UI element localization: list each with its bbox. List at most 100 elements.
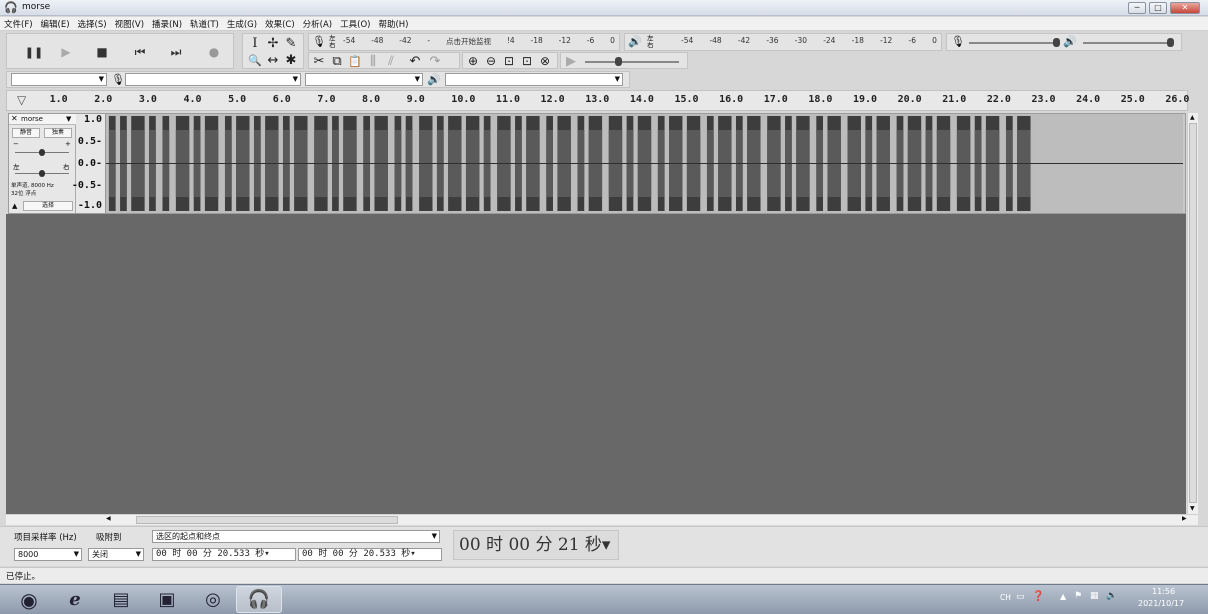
fit-selection-icon[interactable]: ⊡ xyxy=(501,53,517,69)
slider-thumb[interactable] xyxy=(1053,38,1060,47)
stop-button[interactable]: ■ xyxy=(89,42,115,62)
keyboard-icon[interactable]: ▭ xyxy=(1016,592,1025,602)
amplitude-label: 1.0 xyxy=(83,114,102,125)
zoom-in-icon[interactable]: ⊕ xyxy=(465,53,481,69)
record-volume-slider[interactable] xyxy=(969,42,1055,44)
scroll-up-icon[interactable]: ▲ xyxy=(1190,114,1195,121)
selection-mode-select[interactable]: 选区的起点和终点 ▼ xyxy=(152,530,440,543)
menu-view[interactable]: 视图(V) xyxy=(111,17,148,30)
draw-tool[interactable]: ✎ xyxy=(283,35,299,51)
project-rate-select[interactable]: 8000 ▼ xyxy=(14,548,82,561)
menu-select[interactable]: 选择(S) xyxy=(74,17,111,30)
timeline-ruler[interactable]: ▽ 1.0 2.0 3.0 4.0 5.0 6.0 7.0 8.0 9.0 10.0 11.0 12.… xyxy=(6,90,1189,111)
chrome-icon[interactable]: ◎ xyxy=(190,586,236,613)
microphone-icon[interactable]: 🎙 xyxy=(312,35,326,48)
start-button-icon[interactable]: ◉ xyxy=(6,586,52,613)
selection-end-time[interactable]: 00 时 00 分 20.533 秒▾ xyxy=(298,548,442,561)
paste-icon[interactable]: 📋 xyxy=(347,53,363,69)
select-track-button[interactable]: 选择 xyxy=(23,201,73,211)
vertical-scrollbar[interactable]: ▲ ▼ xyxy=(1187,113,1198,514)
clock-time[interactable]: 11:56 xyxy=(1152,587,1175,596)
fit-project-icon[interactable]: ⊡ xyxy=(519,53,535,69)
track-name-bar[interactable]: ✕ morse ▼ xyxy=(9,114,76,125)
multi-tool[interactable]: ✱ xyxy=(283,52,299,68)
scroll-right-icon[interactable]: ▶ xyxy=(1182,515,1187,522)
menu-tools[interactable]: 工具(O) xyxy=(336,17,374,30)
slider-thumb[interactable] xyxy=(39,149,45,156)
scroll-left-icon[interactable]: ◀ xyxy=(106,515,111,522)
ruler-tick-label: 18.0 xyxy=(808,94,833,105)
horizontal-scroll-thumb[interactable] xyxy=(136,516,398,524)
selection-start-time[interactable]: 00 时 00 分 20.533 秒▾ xyxy=(152,548,296,561)
speed-slider[interactable] xyxy=(585,61,679,63)
solo-button[interactable]: 独奏 xyxy=(44,128,72,138)
scale-label: !4 xyxy=(506,36,515,45)
channels-select[interactable]: ▼ xyxy=(305,73,423,86)
record-button[interactable]: ● xyxy=(201,42,227,62)
menu-edit[interactable]: 编辑(E) xyxy=(37,17,74,30)
mute-button[interactable]: 静音 xyxy=(12,128,40,138)
cut-icon[interactable]: ✂ xyxy=(311,53,327,69)
zoom-out-icon[interactable]: ⊖ xyxy=(483,53,499,69)
audio-host-select[interactable]: ▼ xyxy=(11,73,107,86)
scroll-down-icon[interactable]: ▼ xyxy=(1190,505,1195,512)
skip-to-end-button[interactable]: ⏭ xyxy=(163,42,189,62)
timeshift-tool[interactable]: ↔ xyxy=(265,52,281,68)
network-icon[interactable]: ▦ xyxy=(1090,591,1099,601)
audio-position-time[interactable]: 00 时 00 分 21 秒▾ xyxy=(453,530,619,560)
zoom-tool[interactable]: 🔍 xyxy=(247,52,263,68)
minimize-button[interactable]: ─ xyxy=(1128,2,1146,14)
playback-volume-slider[interactable] xyxy=(1083,42,1169,44)
file-explorer-icon[interactable]: ▤ xyxy=(98,586,144,613)
close-button[interactable]: ✕ xyxy=(1170,2,1200,14)
zoom-toggle-icon[interactable]: ⊗ xyxy=(537,53,553,69)
media-player-icon[interactable]: ▣ xyxy=(144,586,190,613)
speaker-icon[interactable]: 🔊 xyxy=(628,35,642,48)
menu-tracks[interactable]: 轨道(T) xyxy=(186,17,223,30)
ruler-tick-label: 19.0 xyxy=(852,94,878,105)
waveform-area[interactable] xyxy=(106,114,1183,213)
menu-help[interactable]: 帮助(H) xyxy=(374,17,412,30)
skip-to-start-button[interactable]: ⏮ xyxy=(127,42,153,62)
menu-file[interactable]: 文件(F) xyxy=(0,17,37,30)
maximize-button[interactable]: □ xyxy=(1149,2,1167,14)
scale-label: -18 xyxy=(851,36,864,45)
audacity-taskbar-icon[interactable]: 🎧 xyxy=(236,586,282,613)
flag-icon[interactable]: ⚑ xyxy=(1074,591,1082,601)
record-meter-scale[interactable]: -54 -48 -42 - 点击开始监视 !4 -18 -12 -6 0 xyxy=(343,36,615,50)
input-language-indicator[interactable]: CH xyxy=(1000,593,1011,602)
browser-icon[interactable]: e xyxy=(52,586,98,613)
collapse-track-button[interactable]: ▲ xyxy=(12,202,17,210)
menu-effect[interactable]: 效果(C) xyxy=(261,17,299,30)
envelope-tool[interactable]: ✢ xyxy=(265,35,281,51)
silence-icon[interactable]: ⫽ xyxy=(383,53,399,69)
pause-button[interactable]: ❚❚ xyxy=(21,42,47,62)
track-close-button[interactable]: ✕ xyxy=(11,114,18,123)
playback-meter-scale[interactable]: -54 -48 -42 -36 -30 -24 -18 -12 -6 0 xyxy=(681,36,937,50)
slider-thumb[interactable] xyxy=(1167,38,1174,47)
play-button[interactable]: ▶ xyxy=(53,42,79,62)
tray-expand-icon[interactable]: ▲ xyxy=(1060,592,1066,601)
track-menu-arrow-icon[interactable]: ▼ xyxy=(66,115,71,123)
slider-thumb[interactable] xyxy=(39,170,45,177)
menu-analyze[interactable]: 分析(A) xyxy=(299,17,336,30)
playback-device-select[interactable]: ▼ xyxy=(445,73,623,86)
empty-track-area[interactable] xyxy=(6,214,1186,514)
timeline-options-icon[interactable]: ▽ xyxy=(17,93,26,107)
menu-generate[interactable]: 生成(G) xyxy=(223,17,261,30)
volume-icon[interactable]: 🔈 xyxy=(1106,591,1117,601)
horizontal-scrollbar[interactable]: ◀ ▶ xyxy=(6,514,1198,525)
help-icon[interactable]: ❓ xyxy=(1032,591,1044,602)
selection-tool[interactable]: I xyxy=(247,35,263,51)
copy-icon[interactable]: ⧉ xyxy=(329,53,345,69)
menu-transport[interactable]: 播录(N) xyxy=(148,17,186,30)
snap-to-select[interactable]: 关闭 ▼ xyxy=(88,548,144,561)
slider-thumb[interactable] xyxy=(615,57,622,66)
clock-date[interactable]: 2021/10/17 xyxy=(1138,599,1184,608)
redo-icon[interactable]: ↷ xyxy=(427,53,443,69)
vertical-scroll-thumb[interactable] xyxy=(1189,123,1197,503)
undo-icon[interactable]: ↶ xyxy=(407,53,423,69)
trim-icon[interactable]: ⫼ xyxy=(365,53,381,69)
recording-device-select[interactable]: ▼ xyxy=(125,73,301,86)
play-at-speed-button[interactable]: ▶ xyxy=(563,53,579,69)
